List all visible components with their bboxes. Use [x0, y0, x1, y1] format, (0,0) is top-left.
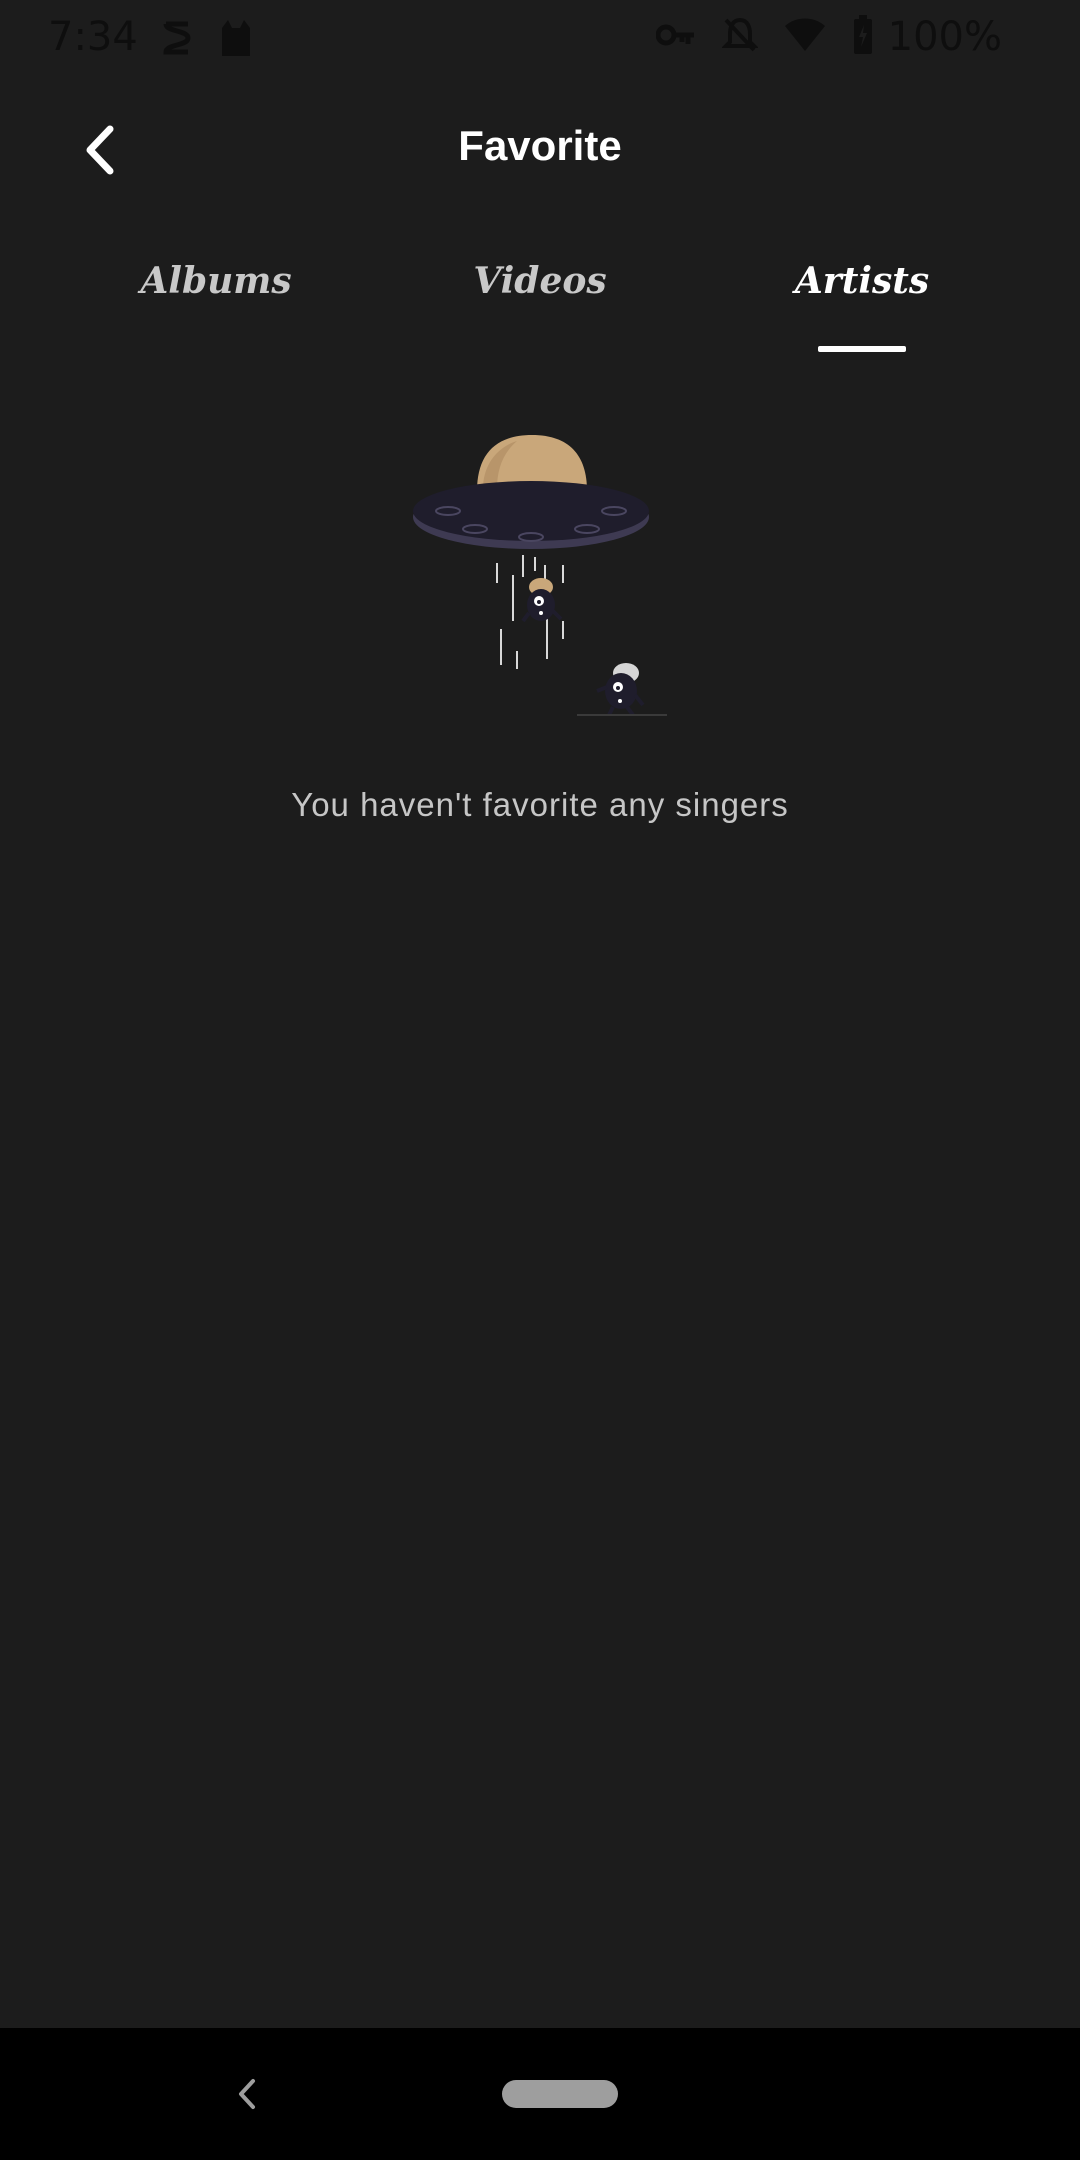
active-tab-indicator: [818, 346, 906, 352]
page-title: Favorite: [458, 122, 622, 169]
triangle-back-icon: [239, 2079, 255, 2109]
tab-videos[interactable]: Videos: [410, 260, 670, 302]
favorite-screen: 7:34 100% Favorite Albums Videos Artists…: [0, 0, 1080, 2160]
cat-icon: [218, 18, 254, 63]
wifi-icon: [784, 18, 826, 57]
sync-icon: [160, 18, 194, 63]
battery-charging-icon: [852, 14, 874, 60]
empty-state-message: You haven't favorite any singers: [291, 786, 789, 823]
tab-artists[interactable]: Artists: [732, 260, 992, 302]
status-time: 7:34: [48, 14, 138, 60]
notifications-off-icon: [720, 16, 759, 59]
vpn-key-icon: [655, 22, 696, 53]
nav-home-button[interactable]: [502, 2080, 618, 2108]
status-icons: 100%: [655, 14, 1002, 60]
tab-albums[interactable]: Albums: [86, 260, 346, 302]
status-bar: 7:34 100%: [0, 0, 1080, 78]
battery-percentage: 100%: [887, 14, 1002, 60]
system-nav-bar: [0, 2028, 1080, 2160]
nav-back-button[interactable]: [222, 2068, 272, 2120]
tab-bar: Albums Videos Artists: [0, 260, 1080, 360]
ufo-illustration: [405, 425, 675, 725]
